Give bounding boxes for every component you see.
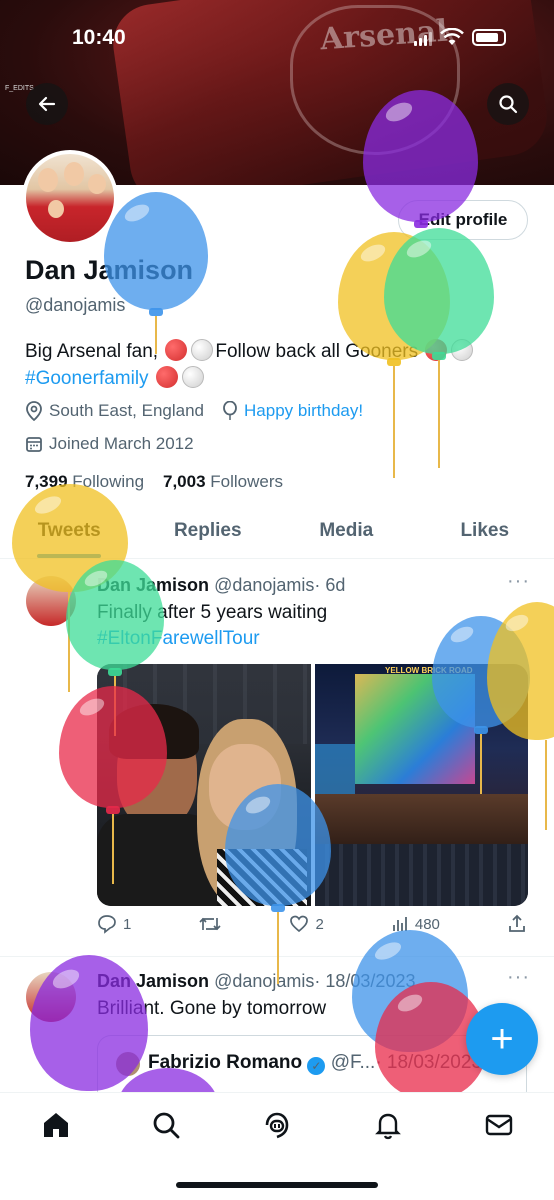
tweet-photo-selfie[interactable] [97, 664, 311, 906]
reply-icon [98, 915, 116, 934]
white-circle-icon [191, 339, 214, 361]
quoted-author-name: Fabrizio Romano [148, 1052, 303, 1073]
cellular-signal-icon [414, 30, 432, 46]
following-count: 7,399 [25, 472, 68, 491]
calendar-icon [26, 437, 42, 452]
tweet-header: Dan Jamison @danojamis· 18/03/2023 [97, 971, 415, 992]
tweet-author-avatar[interactable] [26, 972, 76, 1022]
profile-avatar[interactable] [22, 150, 118, 246]
retweet-button[interactable] [198, 914, 222, 934]
tweet-author-handle: @danojamis [214, 971, 315, 991]
bell-icon[interactable] [373, 1110, 403, 1140]
quoted-tweet-header: Fabrizio Romano ✓ @F...· 18/03/2023 [148, 1052, 482, 1075]
tweet-body: Finally after 5 years waiting [97, 602, 328, 623]
tweet-hashtag-link[interactable]: #EltonFarewellTour [97, 628, 260, 649]
home-indicator [176, 1182, 378, 1188]
tweet-time: · 18/03/2023 [314, 971, 416, 991]
tweet-text: Finally after 5 years waiting #EltonFare… [97, 600, 327, 652]
home-icon[interactable] [41, 1110, 71, 1140]
share-icon [509, 914, 525, 932]
edit-profile-button[interactable]: Edit profile [398, 200, 528, 240]
quoted-author-avatar [116, 1052, 140, 1076]
views-count: 480 [414, 915, 440, 933]
balloon-icon [223, 401, 237, 420]
follow-stats: 7,399 Following 7,003 Followers [25, 472, 283, 492]
tweet-more-icon[interactable]: ··· [507, 966, 530, 989]
tab-likes[interactable]: Likes [416, 505, 554, 558]
share-button[interactable] [507, 914, 527, 934]
tweet-author-avatar[interactable] [26, 576, 76, 626]
tweet-time: · 6d [314, 575, 346, 595]
profile-joined: Joined March 2012 [25, 434, 194, 454]
tweet-photo-stage[interactable]: YELLOW BRICK ROAD [315, 664, 528, 906]
bio-text-1: Big Arsenal fan, [25, 341, 159, 362]
following-link[interactable]: 7,399 Following [25, 472, 144, 491]
spaces-icon[interactable] [262, 1110, 292, 1140]
tweet-header: Dan Jamison @danojamis· 6d [97, 575, 345, 596]
tab-tweets[interactable]: Tweets [0, 505, 139, 558]
joined-text: Joined March 2012 [49, 434, 194, 453]
tweet-author-name[interactable]: Dan Jamison [97, 575, 209, 595]
tweet-author-handle: @danojamis [214, 575, 315, 595]
battery-icon [472, 29, 506, 46]
reply-button[interactable]: 1 [97, 914, 131, 934]
arrow-left-icon [38, 96, 56, 112]
quoted-author-handle: @F... [330, 1052, 376, 1073]
like-count: 2 [315, 915, 324, 933]
followers-count: 7,003 [163, 472, 206, 491]
profile-location: South East, England Happy birthday! [25, 401, 363, 421]
compose-tweet-button[interactable]: + [466, 1003, 538, 1075]
location-text: South East, England [49, 401, 205, 420]
bar-chart-icon [392, 917, 407, 931]
views-button[interactable]: 480 [391, 915, 440, 933]
red-circle-icon [165, 339, 188, 361]
profile-handle: @danojamis [25, 295, 126, 315]
white-circle-icon [451, 339, 474, 361]
search-icon [499, 95, 518, 114]
bio-hashtag-link[interactable]: #Goonerfamily [25, 368, 149, 389]
tweet-author-name[interactable]: Dan Jamison [97, 971, 209, 991]
tweet-body: Brilliant. Gone by tomorrow [97, 998, 327, 1019]
status-time: 10:40 [72, 26, 126, 49]
retweet-icon [199, 917, 222, 931]
search-icon[interactable] [151, 1110, 181, 1140]
red-circle-icon [425, 339, 448, 361]
followers-link[interactable]: 7,003 Followers [163, 472, 283, 491]
birthday-link[interactable]: Happy birthday! [244, 401, 363, 421]
search-button[interactable] [487, 83, 529, 125]
red-circle-icon [155, 366, 178, 388]
like-button[interactable]: 2 [289, 914, 324, 934]
stage-sign-text: YELLOW BRICK ROAD [385, 666, 473, 675]
location-pin-icon [26, 401, 42, 421]
reply-count: 1 [123, 915, 132, 933]
white-circle-icon [181, 366, 204, 388]
followers-label: Followers [210, 472, 284, 491]
bio-text-2: Follow back all Gooners [215, 341, 419, 362]
profile-name: Dan Jamison [25, 255, 194, 285]
tab-media[interactable]: Media [277, 505, 416, 558]
verified-badge-icon: ✓ [307, 1057, 326, 1075]
tweet-actions: 1 2 480 [97, 914, 527, 934]
tweet-divider [0, 956, 554, 957]
quoted-time: · 18/03/2023 [375, 1052, 483, 1073]
tweet-more-icon[interactable]: ··· [507, 570, 530, 593]
tab-replies[interactable]: Replies [139, 505, 278, 558]
heart-icon [290, 915, 309, 933]
back-button[interactable] [26, 83, 68, 125]
profile-bio: Big Arsenal fan, Follow back all Gooners… [25, 338, 525, 392]
mail-icon[interactable] [484, 1110, 514, 1140]
wifi-icon [440, 28, 464, 45]
profile-tabs: Tweets Replies Media Likes [0, 505, 554, 559]
following-label: Following [72, 472, 145, 491]
status-bar: 10:40 [0, 24, 554, 54]
